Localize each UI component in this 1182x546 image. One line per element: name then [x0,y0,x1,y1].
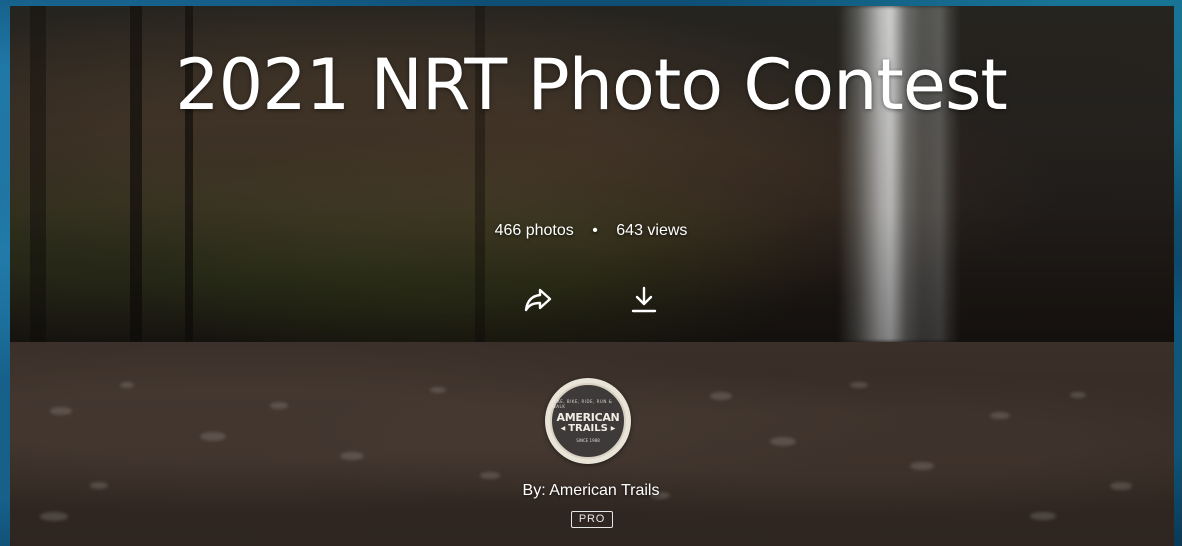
gallery-stats: 466 photos • 643 views [0,222,1182,240]
water-ripple [430,387,446,393]
water-ripple [50,407,72,415]
page-frame: 2021 NRT Photo Contest 466 photos • 643 … [0,0,1182,546]
water-ripple [340,452,364,460]
water-ripple [990,412,1010,419]
water-ripple [910,462,934,470]
stats-separator: • [592,222,598,239]
pro-badge: PRO [571,511,613,528]
author-byline[interactable]: By: American Trails [0,482,1182,500]
triangle-left-icon: ◀ [560,425,566,433]
share-icon [523,287,553,313]
gallery-actions [0,284,1182,316]
share-button[interactable] [521,284,555,316]
water-ripple [40,512,68,521]
water-ripple [710,392,732,400]
logo-tagline: HIKE, BIKE, RIDE, RUN & WALK [552,399,613,409]
water-ripple [850,382,868,388]
download-icon [631,286,657,314]
american-trails-logo: HIKE, BIKE, RIDE, RUN & WALK AMERICAN ◀ … [550,383,626,459]
logo-line-2: TRAILS [568,423,608,434]
water-ripple [200,432,226,441]
water-ripple [270,402,288,409]
water-ripple [1030,512,1056,520]
views-count: 643 views [616,222,688,239]
water-ripple [770,437,796,446]
logo-since: SINCE 1988 [576,438,600,443]
water-ripple [1070,392,1086,398]
download-button[interactable] [627,284,661,316]
logo-line-2-row: ◀ TRAILS ▶ [561,423,616,435]
logo-line-1: AMERICAN [556,411,620,424]
photos-count: 466 photos [494,222,574,239]
author-avatar[interactable]: HIKE, BIKE, RIDE, RUN & WALK AMERICAN ◀ … [545,378,631,464]
triangle-right-icon: ▶ [610,425,616,433]
water-ripple [120,382,134,388]
water-ripple [480,472,500,479]
gallery-title: 2021 NRT Photo Contest [175,44,1008,126]
